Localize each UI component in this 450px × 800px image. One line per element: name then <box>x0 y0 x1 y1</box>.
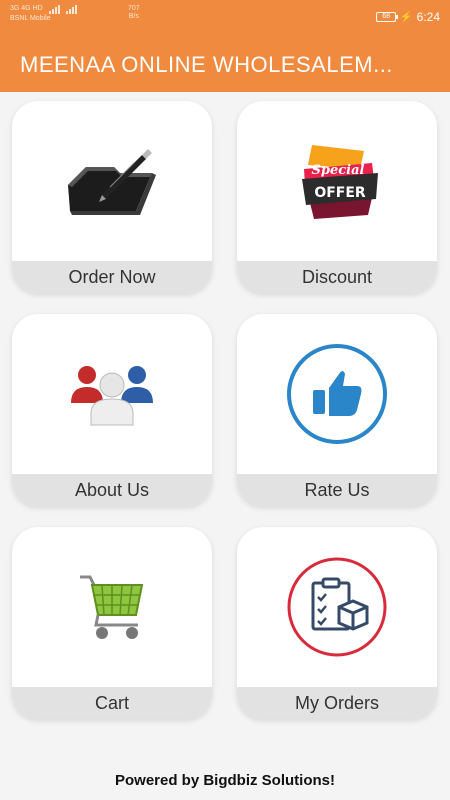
carrier-info: 3G 4G HD BSNL Mobile <box>10 4 77 24</box>
network-type: 3G 4G HD <box>10 5 43 12</box>
people-group-icon <box>71 366 153 426</box>
discount-tile[interactable]: Special OFFER Discount <box>237 101 437 293</box>
signal-strength-icon <box>65 4 77 14</box>
discount-label: Discount <box>237 261 437 293</box>
my-orders-label: My Orders <box>237 687 437 719</box>
offer-special-text: Special <box>312 163 365 178</box>
order-now-tile[interactable]: Order Now <box>12 101 212 293</box>
cart-label: Cart <box>12 687 212 719</box>
order-now-label: Order Now <box>12 261 212 293</box>
status-bar: 3G 4G HD BSNL Mobile 707 B/s 68 ⚡ 6:24 <box>0 0 450 36</box>
about-us-tile[interactable]: About Us <box>12 314 212 506</box>
battery-icon: 68 <box>376 12 399 22</box>
clock: 6:24 <box>416 10 440 24</box>
carrier-name: BSNL Mobile <box>10 15 51 22</box>
thumbs-up-icon <box>287 344 387 444</box>
cart-tile[interactable]: Cart <box>12 527 212 719</box>
my-orders-tile[interactable]: My Orders <box>237 527 437 719</box>
order-checklist-icon <box>287 557 387 657</box>
app-bar: MEENAA ONLINE WHOLESALEM... <box>0 36 450 92</box>
shopping-cart-icon <box>80 575 144 639</box>
folder-pen-icon <box>68 149 156 215</box>
network-speed-unit: B/s <box>128 13 139 20</box>
footer-credit: Powered by Bigdbiz Solutions! <box>114 772 335 789</box>
network-speed: 707 B/s <box>128 5 140 21</box>
signal-strength-icon <box>48 4 60 14</box>
charging-icon: ⚡ <box>400 11 413 23</box>
rate-us-label: Rate Us <box>237 474 437 506</box>
offer-text: OFFER <box>314 185 366 201</box>
app-title: MEENAA ONLINE WHOLESALEM... <box>20 52 393 77</box>
special-offer-icon: Special OFFER <box>302 145 378 219</box>
rate-us-tile[interactable]: Rate Us <box>237 314 437 506</box>
network-speed-value: 707 <box>128 5 140 12</box>
about-us-label: About Us <box>12 474 212 506</box>
